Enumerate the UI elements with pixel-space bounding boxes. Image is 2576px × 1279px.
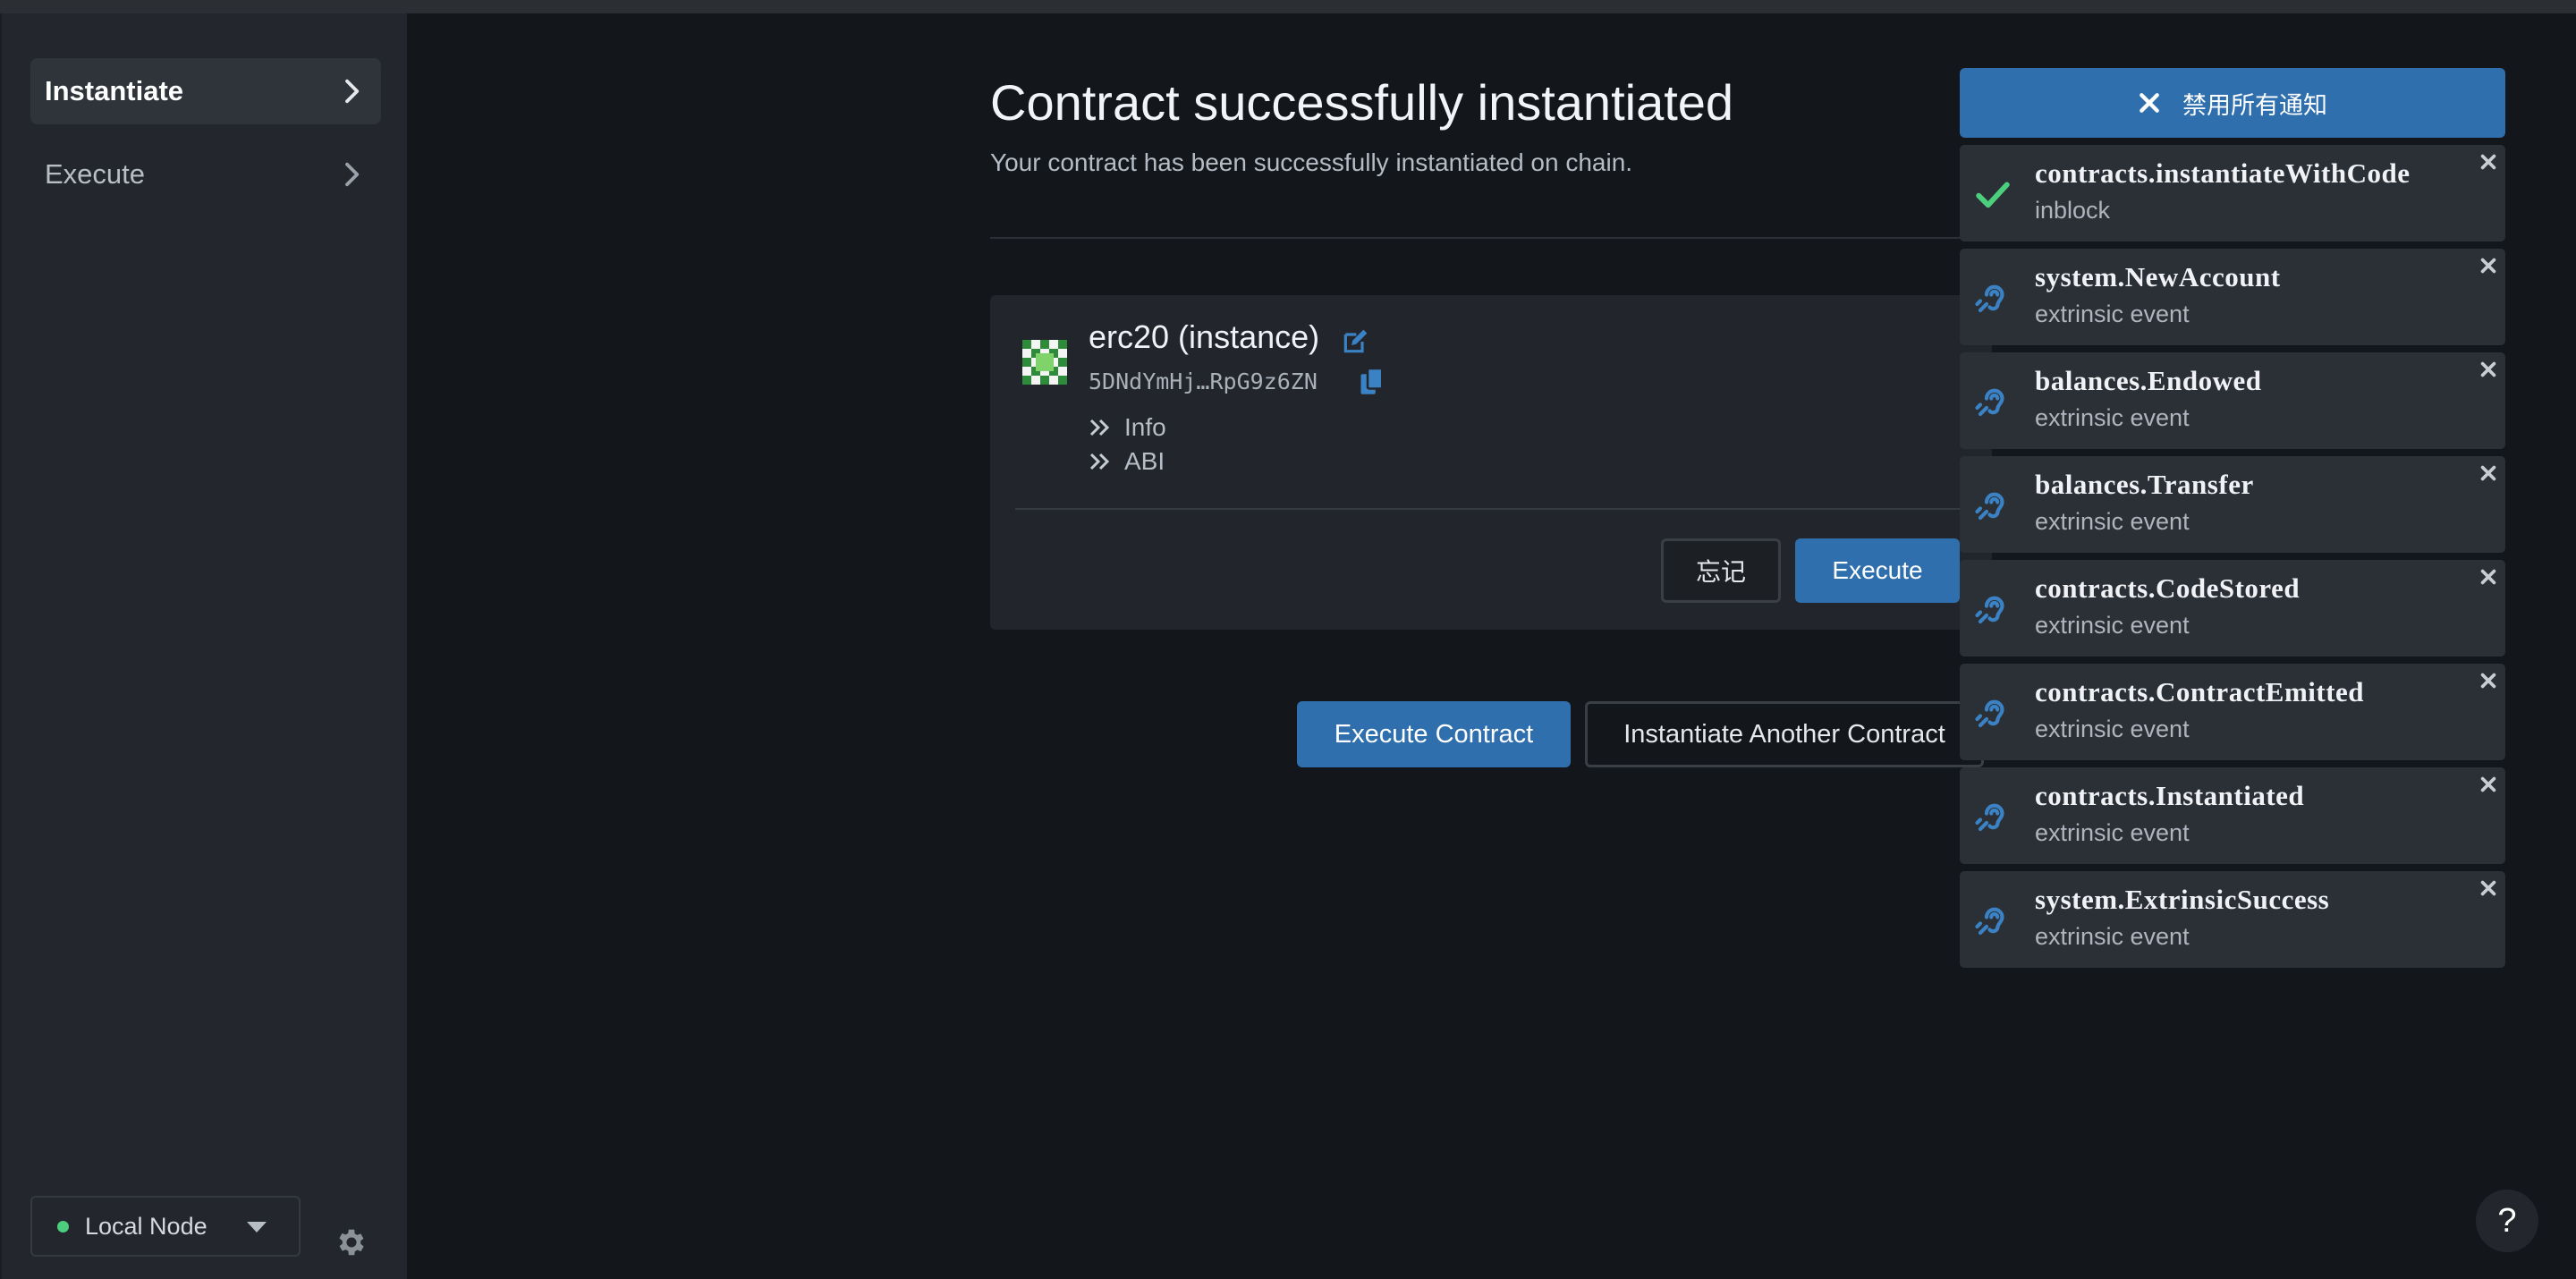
copy-icon[interactable] bbox=[1359, 367, 1385, 397]
contract-card: erc20 (instance) 5DNdYmHj…RpG9z6ZN Info … bbox=[990, 295, 1992, 630]
node-label: Local Node bbox=[85, 1212, 208, 1240]
notification-item: contracts.ContractEmitted extrinsic even… bbox=[1960, 664, 2505, 760]
check-icon bbox=[1976, 182, 2010, 208]
notification-subtitle: extrinsic event bbox=[2035, 404, 2190, 431]
notification-subtitle: extrinsic event bbox=[2035, 819, 2190, 846]
close-icon[interactable] bbox=[2479, 878, 2498, 898]
assistive-listening-icon bbox=[1975, 907, 2004, 936]
notification-item: contracts.CodeStored extrinsic event bbox=[1960, 560, 2505, 656]
expand-info-toggle[interactable]: Info bbox=[1089, 411, 1166, 444]
help-button[interactable]: ? bbox=[2476, 1190, 2538, 1252]
contract-name: erc20 (instance) bbox=[1089, 318, 1320, 355]
notification-title: system.ExtrinsicSuccess bbox=[2035, 884, 2330, 915]
node-status-dot bbox=[57, 1220, 69, 1232]
assistive-listening-icon bbox=[1975, 388, 2004, 417]
close-icon bbox=[2140, 93, 2159, 113]
edit-icon[interactable] bbox=[1341, 327, 1369, 356]
assistive-listening-icon bbox=[1975, 284, 2004, 313]
sidebar-item-label: Execute bbox=[45, 158, 146, 190]
notification-item: balances.Endowed extrinsic event bbox=[1960, 352, 2505, 449]
notification-item: contracts.instantiateWithCode inblock bbox=[1960, 145, 2505, 241]
sidebar-item-execute[interactable]: Execute bbox=[30, 141, 381, 208]
notification-item: system.ExtrinsicSuccess extrinsic event bbox=[1960, 871, 2505, 968]
notification-item: system.NewAccount extrinsic event bbox=[1960, 249, 2505, 345]
assistive-listening-icon bbox=[1975, 492, 2004, 521]
expand-abi-label: ABI bbox=[1124, 447, 1165, 475]
notification-title: contracts.instantiateWithCode bbox=[2035, 157, 2411, 189]
sidebar: Instantiate Execute Local Node bbox=[0, 13, 407, 1279]
notification-subtitle: extrinsic event bbox=[2035, 716, 2190, 742]
notification-title: balances.Transfer bbox=[2035, 469, 2254, 500]
assistive-listening-icon bbox=[1975, 803, 2004, 832]
sidebar-item-instantiate[interactable]: Instantiate bbox=[30, 58, 381, 124]
contract-address: 5DNdYmHj…RpG9z6ZN bbox=[1089, 368, 1318, 394]
notification-title: contracts.ContractEmitted bbox=[2035, 676, 2365, 707]
notification-title: system.NewAccount bbox=[2035, 261, 2281, 292]
close-icon[interactable] bbox=[2479, 360, 2498, 379]
expand-info-label: Info bbox=[1124, 413, 1166, 441]
dismiss-all-notifications-button[interactable]: 禁用所有通知 bbox=[1960, 68, 2505, 138]
chevron-right-icon bbox=[345, 79, 360, 104]
page-subtitle: Your contract has been successfully inst… bbox=[990, 148, 1633, 176]
chevron-right-icon bbox=[345, 162, 360, 187]
window-top-bar bbox=[0, 0, 2576, 13]
section-divider bbox=[990, 237, 1983, 239]
notification-subtitle: extrinsic event bbox=[2035, 612, 2190, 639]
close-icon[interactable] bbox=[2479, 256, 2498, 275]
instantiate-another-contract-button[interactable]: Instantiate Another Contract bbox=[1585, 701, 1984, 767]
gear-icon[interactable] bbox=[335, 1225, 369, 1259]
notification-subtitle: inblock bbox=[2035, 197, 2111, 224]
node-selector[interactable]: Local Node bbox=[30, 1196, 301, 1257]
assistive-listening-icon bbox=[1975, 699, 2004, 728]
assistive-listening-icon bbox=[1975, 596, 2004, 624]
close-icon[interactable] bbox=[2479, 775, 2498, 794]
close-icon[interactable] bbox=[2479, 152, 2498, 172]
close-icon[interactable] bbox=[2479, 567, 2498, 587]
double-chevron-right-icon bbox=[1089, 453, 1110, 470]
notification-item: contracts.Instantiated extrinsic event bbox=[1960, 767, 2505, 864]
notification-title: contracts.CodeStored bbox=[2035, 572, 2301, 604]
execute-button[interactable]: Execute bbox=[1795, 538, 1960, 603]
execute-contract-button[interactable]: Execute Contract bbox=[1297, 701, 1571, 767]
notification-subtitle: extrinsic event bbox=[2035, 508, 2190, 535]
sidebar-item-label: Instantiate bbox=[45, 75, 184, 106]
dismiss-all-label: 禁用所有通知 bbox=[2182, 91, 2327, 119]
notification-title: contracts.Instantiated bbox=[2035, 780, 2305, 811]
double-chevron-right-icon bbox=[1089, 419, 1110, 436]
notification-title: balances.Endowed bbox=[2035, 365, 2262, 396]
forget-button[interactable]: 忘记 bbox=[1661, 538, 1781, 603]
caret-down-icon bbox=[247, 1222, 267, 1232]
expand-abi-toggle[interactable]: ABI bbox=[1089, 445, 1165, 478]
page-title: Contract successfully instantiated bbox=[990, 74, 1734, 131]
close-icon[interactable] bbox=[2479, 463, 2498, 483]
notification-subtitle: extrinsic event bbox=[2035, 923, 2190, 950]
notification-item: balances.Transfer extrinsic event bbox=[1960, 456, 2505, 553]
card-divider bbox=[1015, 508, 1992, 510]
contract-identicon bbox=[1022, 340, 1067, 385]
notification-subtitle: extrinsic event bbox=[2035, 301, 2190, 327]
close-icon[interactable] bbox=[2479, 671, 2498, 690]
